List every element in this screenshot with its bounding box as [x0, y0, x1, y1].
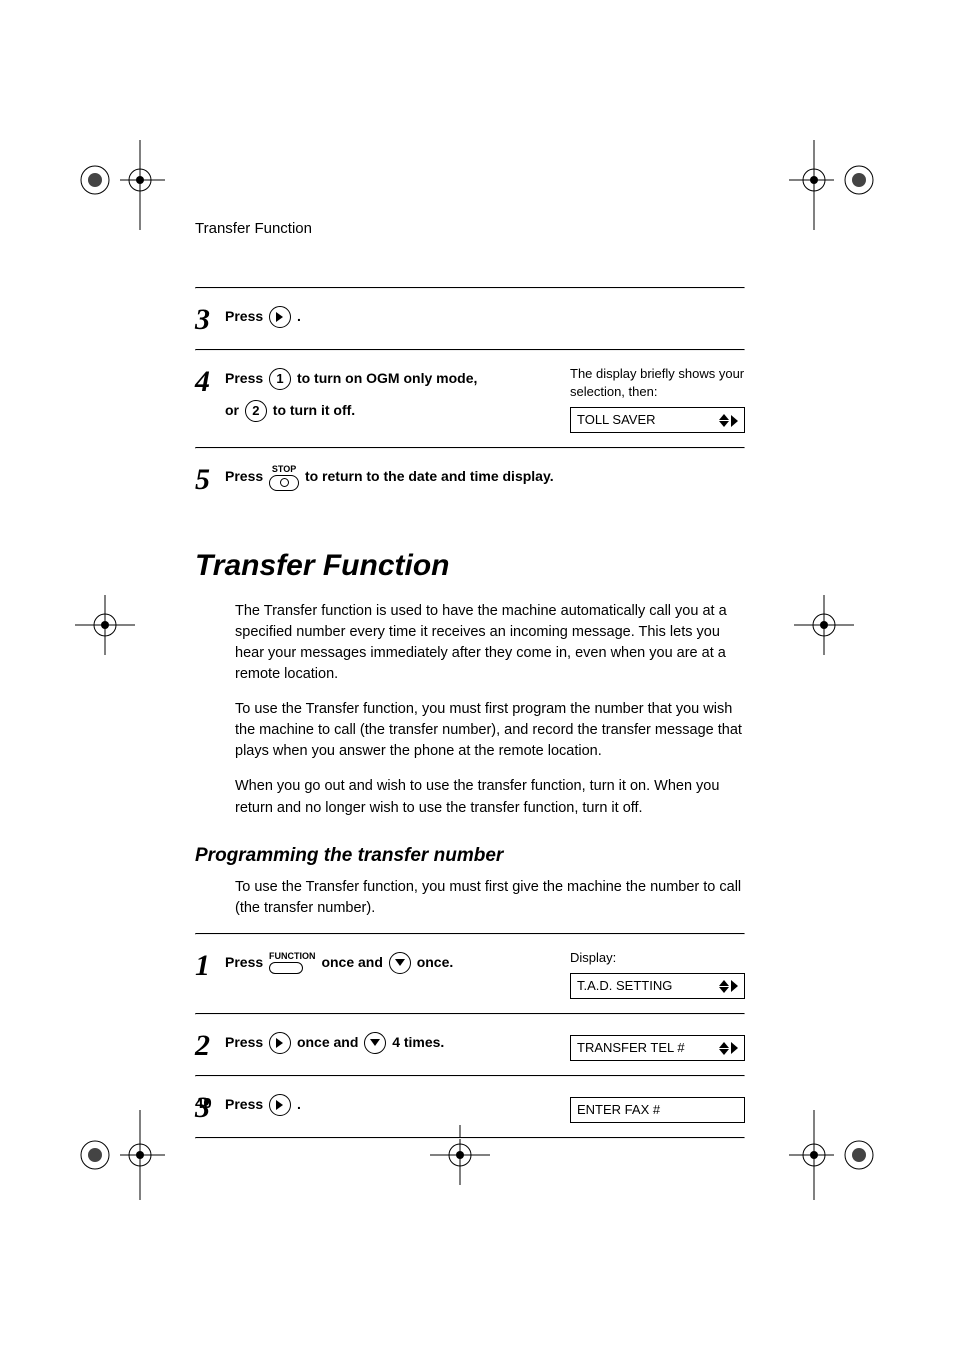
right-arrow-key-icon: [269, 1094, 291, 1116]
lcd-display: TOLL SAVER: [570, 407, 745, 433]
step-number: 4: [195, 365, 225, 397]
step-side: TRANSFER TEL #: [570, 1029, 745, 1061]
lcd-display: TRANSFER TEL #: [570, 1035, 745, 1061]
step-text: Press .: [225, 1091, 560, 1117]
registration-mark-icon: [75, 595, 135, 655]
side-caption: The display briefly shows your selection…: [570, 365, 745, 401]
side-caption: Display:: [570, 949, 745, 967]
step-text: Press 1 to turn on OGM only mode, or 2 t…: [225, 365, 560, 423]
body-paragraph: When you go out and wish to use the tran…: [235, 776, 745, 818]
step-side: ENTER FAX #: [570, 1091, 745, 1123]
step-text: Press FUNCTION once and once.: [225, 949, 560, 975]
page-number: 40: [195, 1095, 212, 1112]
body-paragraph: The Transfer function is used to have th…: [235, 601, 745, 685]
down-arrow-key-icon: [389, 952, 411, 974]
step-3b: 3 Press . ENTER FAX #: [195, 1077, 745, 1137]
step-text: Press once and 4 times.: [225, 1029, 560, 1055]
down-arrow-key-icon: [364, 1032, 386, 1054]
right-arrow-key-icon: [269, 1032, 291, 1054]
function-key-icon: FUNCTION: [269, 952, 316, 974]
registration-mark-icon: [75, 140, 165, 230]
registration-mark-icon: [789, 1110, 879, 1200]
step-5: 5 Press STOP to return to the date and t…: [195, 449, 745, 509]
page-content: Transfer Function 3 Press . 4 Press 1 to…: [195, 220, 745, 1139]
section-heading: Transfer Function: [195, 549, 745, 583]
step-4: 4 Press 1 to turn on OGM only mode, or 2…: [195, 351, 745, 447]
nav-arrows-icon: [719, 411, 738, 429]
registration-mark-icon: [794, 595, 854, 655]
step-number: 1: [195, 949, 225, 981]
step-text: Press STOP to return to the date and tim…: [225, 463, 745, 490]
step-text: Press .: [225, 303, 745, 329]
registration-mark-icon: [75, 1110, 165, 1200]
nav-arrows-icon: [719, 1039, 738, 1057]
key-1-icon: 1: [269, 368, 291, 390]
key-2-icon: 2: [245, 400, 267, 422]
step-number: 3: [195, 303, 225, 335]
step-side: Display: T.A.D. SETTING: [570, 949, 745, 999]
step-1: 1 Press FUNCTION once and once. Display:…: [195, 935, 745, 1013]
lcd-display: ENTER FAX #: [570, 1097, 745, 1123]
step-side: The display briefly shows your selection…: [570, 365, 745, 433]
right-arrow-key-icon: [269, 306, 291, 328]
lcd-display: T.A.D. SETTING: [570, 973, 745, 999]
step-number: 2: [195, 1029, 225, 1061]
nav-arrows-icon: [719, 977, 738, 995]
body-paragraph: To use the Transfer function, you must f…: [235, 699, 745, 762]
stop-key-icon: STOP: [269, 465, 299, 491]
step-3: 3 Press .: [195, 289, 745, 349]
step-number: 5: [195, 463, 225, 495]
registration-mark-icon: [789, 140, 879, 230]
step-2: 2 Press once and 4 times. TRANSFER TEL #: [195, 1015, 745, 1075]
running-head: Transfer Function: [195, 220, 745, 237]
subsection-heading: Programming the transfer number: [195, 845, 745, 867]
divider: [195, 1137, 745, 1139]
body-paragraph: To use the Transfer function, you must f…: [235, 877, 745, 919]
